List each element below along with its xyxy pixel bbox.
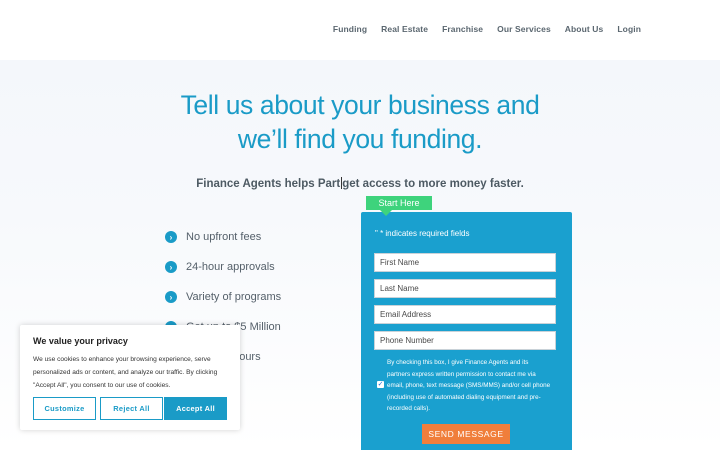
feature-item: › 24-hour approvals — [165, 252, 355, 282]
hero-title-line-1: Tell us about your business and — [180, 90, 540, 120]
feature-item: › No upfront fees — [165, 222, 355, 252]
hero-title: Tell us about your business and we’ll fi… — [0, 88, 720, 156]
feature-text: Variety of programs — [186, 291, 282, 303]
send-message-button[interactable]: SEND MESSAGE — [422, 424, 510, 444]
nav-franchise[interactable]: Franchise — [442, 24, 483, 34]
required-fields-note: " * indicates required fields — [375, 229, 470, 238]
nav-funding[interactable]: Funding — [333, 24, 367, 34]
cookie-body: We use cookies to enhance your browsing … — [33, 356, 218, 389]
hero-subtitle: Finance Agents helps Part get access to m… — [0, 177, 720, 190]
cookie-title: We value your privacy — [33, 336, 128, 346]
phone-field[interactable] — [374, 331, 556, 350]
chevron-right-icon: › — [165, 231, 177, 243]
hero-title-line-2: we’ll find you funding. — [237, 124, 483, 154]
consent-text: By checking this box, I give Finance Age… — [387, 359, 551, 412]
last-name-field[interactable] — [374, 279, 556, 298]
chevron-right-icon: › — [165, 291, 177, 303]
customize-button[interactable]: Customize — [33, 397, 96, 420]
email-field[interactable] — [374, 305, 556, 324]
first-name-field[interactable] — [374, 253, 556, 272]
nav-links: Funding Real Estate Franchise Our Servic… — [319, 24, 641, 34]
feature-text: 24-hour approvals — [186, 261, 275, 273]
cookie-banner: We value your privacy We use cookies to … — [20, 325, 240, 430]
hero-subtitle-part-2: get access to more money faster. — [342, 178, 524, 190]
nav-real-estate[interactable]: Real Estate — [381, 24, 428, 34]
reject-all-button[interactable]: Reject All — [100, 397, 163, 420]
accept-all-button[interactable]: Accept All — [164, 397, 227, 420]
feature-text: No upfront fees — [186, 231, 262, 243]
hero-subtitle-part-1: Finance Agents helps Part — [196, 178, 341, 190]
chevron-right-icon: › — [165, 261, 177, 273]
start-here-tab: Start Here — [366, 196, 432, 216]
feature-item: › Variety of programs — [165, 282, 355, 312]
nav-login[interactable]: Login — [617, 24, 641, 34]
consent-checkbox[interactable]: ✓ — [377, 381, 384, 388]
top-navigation: Funding Real Estate Franchise Our Servic… — [0, 0, 720, 60]
nav-about-us[interactable]: About Us — [565, 24, 604, 34]
nav-our-services[interactable]: Our Services — [497, 24, 551, 34]
